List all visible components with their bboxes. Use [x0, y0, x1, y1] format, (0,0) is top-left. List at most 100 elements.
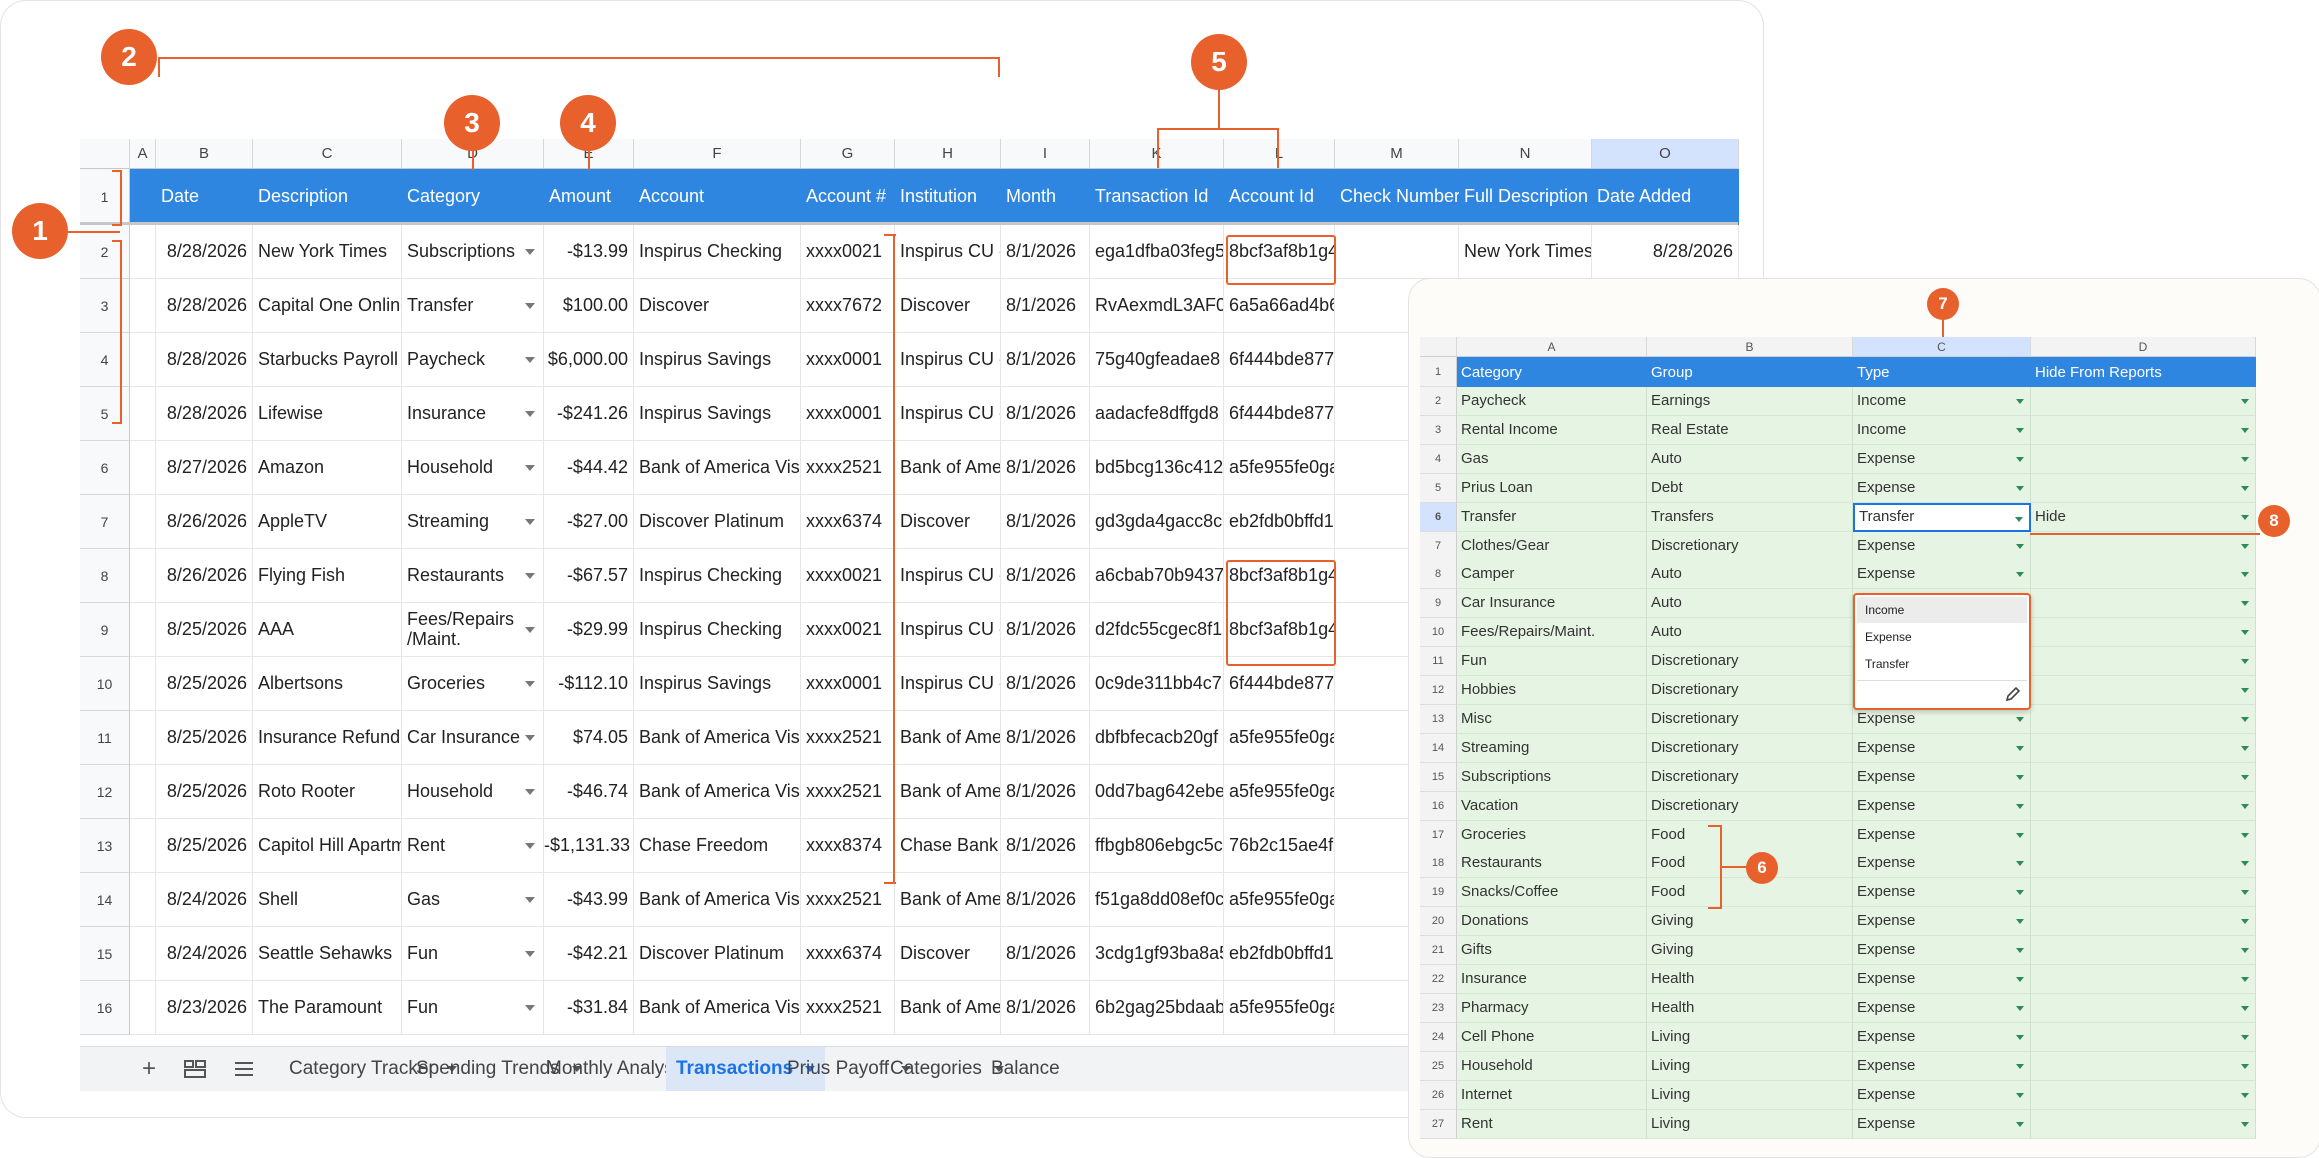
table-cell[interactable]: xxxx2521 — [801, 441, 895, 495]
table-cell[interactable]: Paycheck — [402, 333, 544, 387]
table-cell[interactable] — [2031, 705, 2256, 734]
chevron-down-icon[interactable] — [2241, 919, 2249, 924]
table-cell[interactable]: Car Insurance — [1457, 589, 1647, 618]
cell-blank[interactable] — [130, 711, 156, 765]
table-cell[interactable]: Expense — [1853, 734, 2031, 763]
table-cell[interactable]: Bank of Ame — [895, 765, 1001, 819]
table-cell[interactable]: xxxx2521 — [801, 981, 895, 1035]
chevron-down-icon[interactable] — [2016, 948, 2024, 953]
table-cell[interactable] — [2031, 1110, 2256, 1139]
table-cell[interactable]: ega1dfba03feg5 — [1090, 225, 1224, 279]
chevron-down-icon[interactable] — [525, 573, 535, 579]
table-cell[interactable]: 8/1/2026 — [1001, 981, 1090, 1035]
table-cell[interactable] — [2031, 445, 2256, 474]
table-cell[interactable]: New York Times — [253, 225, 402, 279]
header-group[interactable]: Group — [1647, 357, 1853, 387]
table-cell[interactable] — [2031, 618, 2256, 647]
table-cell[interactable]: 8/1/2026 — [1001, 657, 1090, 711]
table-cell[interactable]: $6,000.00 — [544, 333, 634, 387]
chevron-down-icon[interactable] — [2016, 1093, 2024, 1098]
table-cell[interactable]: Expense — [1853, 1023, 2031, 1052]
header-full-description[interactable]: Full Description — [1459, 169, 1592, 225]
chevron-down-icon[interactable] — [2241, 601, 2249, 606]
table-cell[interactable]: xxxx0021 — [801, 603, 895, 657]
table-cell[interactable]: xxxx0001 — [801, 657, 895, 711]
col-header-c[interactable]: C — [253, 139, 402, 169]
table-cell[interactable]: Income — [1853, 387, 2031, 416]
add-sheet-icon[interactable]: + — [134, 1047, 164, 1091]
col-header-n[interactable]: N — [1459, 139, 1592, 169]
chevron-down-icon[interactable] — [2016, 775, 2024, 780]
table-cell[interactable]: -$42.21 — [544, 927, 634, 981]
header-category[interactable]: Category — [1457, 357, 1647, 387]
table-cell[interactable]: Discretionary — [1647, 705, 1853, 734]
header-account-id[interactable]: Account Id — [1224, 169, 1335, 225]
table-cell[interactable]: Expense — [1853, 936, 2031, 965]
table-cell[interactable]: Earnings — [1647, 387, 1853, 416]
table-cell[interactable]: Expense — [1853, 474, 2031, 503]
table-cell[interactable] — [2031, 560, 2256, 589]
table-cell[interactable]: Bank of America Visa — [634, 765, 801, 819]
table-cell[interactable]: Inspirus CU - — [895, 603, 1001, 657]
table-cell[interactable]: 8/23/2026 — [156, 981, 253, 1035]
table-cell[interactable] — [2031, 676, 2256, 705]
chevron-down-icon[interactable] — [525, 1005, 535, 1011]
table-cell[interactable]: Expense — [1853, 532, 2031, 561]
table-cell[interactable]: Household — [402, 765, 544, 819]
table-cell[interactable]: Camper — [1457, 560, 1647, 589]
table-cell[interactable]: Groceries — [1457, 821, 1647, 850]
chevron-down-icon[interactable] — [2016, 890, 2024, 895]
table-cell[interactable]: xxxx0021 — [801, 225, 895, 279]
chevron-down-icon[interactable] — [2016, 746, 2024, 751]
chevron-down-icon[interactable] — [2016, 804, 2024, 809]
col-header-i[interactable]: I — [1001, 139, 1090, 169]
chevron-down-icon[interactable] — [2016, 486, 2024, 491]
table-cell[interactable]: Expense — [1853, 821, 2031, 850]
chevron-down-icon[interactable] — [2016, 1006, 2024, 1011]
table-cell[interactable]: Hide — [2031, 503, 2256, 532]
chevron-down-icon[interactable] — [2016, 1122, 2024, 1127]
table-cell[interactable]: Fees/Repairs /Maint. — [402, 603, 544, 657]
table-cell[interactable] — [2031, 821, 2256, 850]
cell-blank[interactable] — [130, 981, 156, 1035]
table-cell[interactable]: Inspirus CU - — [895, 387, 1001, 441]
cell-blank[interactable] — [130, 333, 156, 387]
cell-blank[interactable] — [130, 819, 156, 873]
dropdown-option-transfer[interactable]: Transfer — [1857, 651, 2027, 677]
chevron-down-icon[interactable] — [2016, 457, 2024, 462]
cell-blank[interactable] — [130, 279, 156, 333]
table-cell[interactable]: Household — [402, 441, 544, 495]
chevron-down-icon[interactable] — [2016, 717, 2024, 722]
header-account-[interactable]: Account # — [801, 169, 895, 225]
table-cell[interactable]: xxxx0001 — [801, 387, 895, 441]
table-cell[interactable]: eb2fdb0bffd1de7e68ga — [1224, 495, 1335, 549]
cell-blank[interactable] — [130, 603, 156, 657]
table-cell[interactable]: Capital One Online — [253, 279, 402, 333]
table-cell[interactable]: -$27.00 — [544, 495, 634, 549]
table-cell[interactable]: 6a5a66ad4b61f73c7a4 — [1224, 279, 1335, 333]
table-cell[interactable]: Cell Phone — [1457, 1023, 1647, 1052]
table-cell[interactable]: Transfers — [1647, 503, 1853, 532]
cell-blank[interactable] — [130, 927, 156, 981]
header-hide-from-reports[interactable]: Hide From Reports — [2031, 357, 2256, 387]
col-header-m[interactable]: M — [1335, 139, 1459, 169]
table-cell[interactable]: New York Times — [1459, 225, 1592, 279]
header-date-added[interactable]: Date Added — [1592, 169, 1739, 225]
chevron-down-icon[interactable] — [2016, 919, 2024, 924]
table-cell[interactable]: 8/1/2026 — [1001, 333, 1090, 387]
chevron-down-icon[interactable] — [2241, 457, 2249, 462]
table-cell[interactable]: Rent — [1457, 1110, 1647, 1139]
table-cell[interactable]: Gas — [1457, 445, 1647, 474]
table-cell[interactable]: Capitol Hill Apartments — [253, 819, 402, 873]
table-cell[interactable]: Hobbies — [1457, 676, 1647, 705]
table-cell[interactable]: xxxx2521 — [801, 873, 895, 927]
table-cell[interactable]: Living — [1647, 1110, 1853, 1139]
table-cell[interactable]: Rent — [402, 819, 544, 873]
col-header-d[interactable]: D — [2031, 337, 2256, 357]
chevron-down-icon[interactable] — [2016, 544, 2024, 549]
table-cell[interactable]: 8/24/2026 — [156, 873, 253, 927]
chevron-down-icon[interactable] — [2015, 517, 2023, 522]
table-cell[interactable]: Vacation — [1457, 792, 1647, 821]
table-cell[interactable]: Groceries — [402, 657, 544, 711]
table-cell[interactable]: 6b2gag25bdaab — [1090, 981, 1224, 1035]
